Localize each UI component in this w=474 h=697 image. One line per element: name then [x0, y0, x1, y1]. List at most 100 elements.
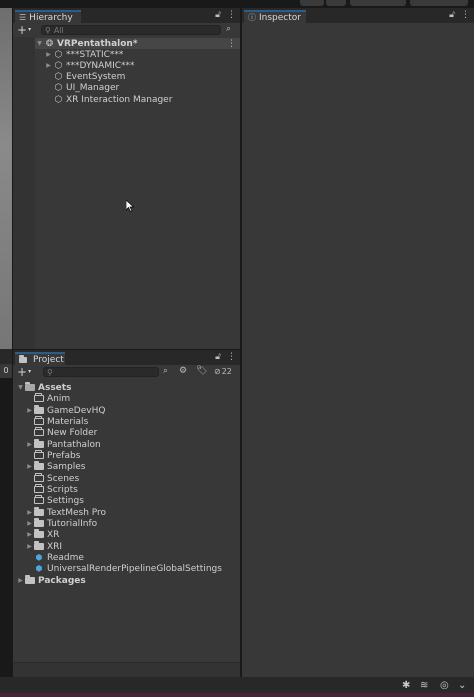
gameobject-cube-icon: ⬡: [54, 94, 63, 105]
asset-folder-row[interactable]: ▶ Samples: [25, 461, 85, 472]
asset-folder-row[interactable]: Scenes: [25, 473, 79, 484]
bug-icon[interactable]: ✱: [402, 680, 410, 691]
caret-down-icon: ▾: [28, 368, 32, 375]
asset-label: Scripts: [47, 484, 78, 495]
collapsed-arrow-icon[interactable]: ▶: [25, 463, 34, 470]
hierarchy-search-field[interactable]: ⚲: [41, 25, 221, 35]
asset-label: TextMesh Pro: [47, 507, 107, 518]
hierarchy-panel: ☰ Hierarchy 🔓︎ ⋮ +▾ ⚲ ⌕ ▼ ❂ VRPentathalo…: [13, 8, 240, 349]
asset-label: Pantathalon: [47, 439, 101, 450]
asset-folder-row[interactable]: Anim: [25, 393, 70, 404]
chevron-down-icon[interactable]: ⌄: [458, 680, 466, 691]
asset-folder-row[interactable]: ▶ XR: [25, 529, 59, 540]
create-asset-button[interactable]: + ▾: [17, 366, 31, 378]
hierarchy-item[interactable]: ⬡ UI_Manager: [53, 82, 120, 93]
kebab-menu-icon[interactable]: ⋮: [227, 352, 236, 362]
hierarchy-item-label: ***DYNAMIC***: [66, 60, 135, 71]
hidden-packages-toggle[interactable]: ⊘ 22: [214, 367, 232, 376]
hierarchy-item[interactable]: ⬡ XR Interaction Manager: [53, 94, 173, 105]
layout-dropdown[interactable]: [410, 0, 468, 6]
cloud-button[interactable]: [326, 0, 346, 6]
hierarchy-tabstrip: ☰ Hierarchy 🔓︎ ⋮: [13, 8, 240, 23]
search-by-type-icon[interactable]: ⌕: [163, 366, 168, 376]
layers-dropdown[interactable]: [350, 0, 406, 6]
kebab-menu-icon[interactable]: ⋮: [227, 10, 236, 20]
hierarchy-search-input[interactable]: [50, 25, 134, 35]
search-by-type-icon[interactable]: ⌕: [226, 24, 231, 34]
asset-folder-row[interactable]: ▶ TextMesh Pro: [25, 507, 106, 518]
collapsed-arrow-icon[interactable]: ▶: [44, 62, 53, 69]
stack-icon[interactable]: ≋: [420, 680, 428, 691]
asset-label: Materials: [47, 416, 89, 427]
hierarchy-item-label: EventSystem: [66, 71, 126, 82]
collapsed-arrow-icon[interactable]: ▶: [16, 577, 25, 584]
asset-folder-row[interactable]: ▶ XRI: [25, 541, 62, 552]
tab-inspector[interactable]: ⓘ Inspector: [244, 10, 306, 23]
folder-icon: [25, 575, 35, 584]
label-tag-icon[interactable]: 🏷︎: [196, 366, 207, 376]
collapsed-arrow-icon[interactable]: ▶: [25, 509, 34, 516]
collapsed-arrow-icon[interactable]: ▶: [44, 51, 53, 58]
collapsed-arrow-icon[interactable]: ▶: [25, 407, 34, 414]
gameobject-cube-icon: ⬡: [54, 82, 63, 93]
project-footer: [13, 662, 240, 678]
tab-project[interactable]: Project: [15, 352, 65, 365]
info-icon: ⓘ: [248, 13, 256, 22]
collapsed-arrow-icon[interactable]: ▶: [25, 441, 34, 448]
asset-folder-row[interactable]: New Folder: [25, 427, 97, 438]
folder-empty-icon: [34, 450, 44, 459]
kebab-menu-icon[interactable]: ⋮: [461, 10, 470, 20]
asset-label: Scenes: [47, 473, 80, 484]
project-search-field[interactable]: ⚲: [43, 367, 159, 377]
hierarchy-toolbar: +▾ ⚲ ⌕: [13, 23, 240, 37]
hierarchy-item[interactable]: ▶ ⬡ ***DYNAMIC***: [44, 60, 135, 71]
plus-icon: +: [17, 23, 28, 37]
asset-folder-row[interactable]: ▶ GameDevHQ: [25, 405, 105, 416]
expand-arrow-icon[interactable]: ▼: [16, 384, 25, 391]
lock-icon[interactable]: 🔓︎: [215, 10, 221, 20]
packages-label: Packages: [38, 575, 86, 586]
asset-folder-row[interactable]: ▶ TutorialInfo: [25, 518, 97, 529]
hierarchy-item[interactable]: ▶ ⬡ ***STATIC***: [44, 49, 123, 60]
asset-file-row[interactable]: ⬢ Readme: [25, 552, 84, 563]
project-tabstrip: Project 🔓︎ ⋮: [13, 350, 240, 365]
collapsed-arrow-icon[interactable]: ▶: [25, 543, 34, 550]
asset-folder-row[interactable]: Materials: [25, 416, 88, 427]
hierarchy-item[interactable]: ⬡ EventSystem: [53, 71, 126, 82]
expand-arrow-icon[interactable]: ▼: [35, 40, 44, 47]
tab-hierarchy[interactable]: ☰ Hierarchy: [15, 10, 81, 23]
asset-folder-row[interactable]: Settings: [25, 495, 84, 506]
gameobject-cube-icon: ⬡: [54, 49, 63, 60]
asset-label: GameDevHQ: [47, 405, 106, 416]
packages-root-row[interactable]: ▶ Packages: [16, 575, 86, 586]
lock-icon[interactable]: 🔓︎: [449, 10, 455, 20]
debug-eye-icon[interactable]: ◎: [440, 680, 449, 691]
scene-menu-icon[interactable]: ⋮: [227, 39, 236, 49]
folder-open-icon: [25, 382, 35, 391]
lock-icon[interactable]: 🔓︎: [215, 352, 221, 362]
folder-empty-icon: [34, 495, 44, 504]
account-button[interactable]: [300, 0, 324, 6]
asset-label: Prefabs: [47, 450, 81, 461]
asset-label: Settings: [47, 495, 84, 506]
assets-root-row[interactable]: ▼ Assets: [16, 382, 71, 393]
create-button[interactable]: + ▾: [17, 24, 31, 36]
folder-icon: [34, 541, 44, 550]
folder-icon: [34, 518, 44, 527]
caret-down-icon: ▾: [28, 26, 32, 33]
filter-by-type-icon[interactable]: ⚙: [179, 366, 187, 376]
settings-asset-icon: ⬢: [35, 564, 43, 573]
scene-view-sliver[interactable]: [0, 8, 12, 349]
asset-file-row[interactable]: ⬢ UniversalRenderPipelineGlobalSettings: [25, 563, 222, 574]
asset-folder-row[interactable]: ▶ Pantathalon: [25, 439, 101, 450]
asset-folder-row[interactable]: Scripts: [25, 484, 78, 495]
scene-row[interactable]: ▼ ❂ VRPentathalon* ⋮: [35, 38, 240, 49]
project-search-input[interactable]: [52, 367, 136, 377]
asset-label: Readme: [47, 552, 84, 563]
asset-folder-row[interactable]: Prefabs: [25, 450, 80, 461]
folder-icon: [34, 439, 44, 448]
gameobject-cube-icon: ⬡: [54, 60, 63, 71]
collapsed-arrow-icon[interactable]: ▶: [25, 520, 34, 527]
folder-empty-icon: [34, 484, 44, 493]
collapsed-arrow-icon[interactable]: ▶: [25, 531, 34, 538]
